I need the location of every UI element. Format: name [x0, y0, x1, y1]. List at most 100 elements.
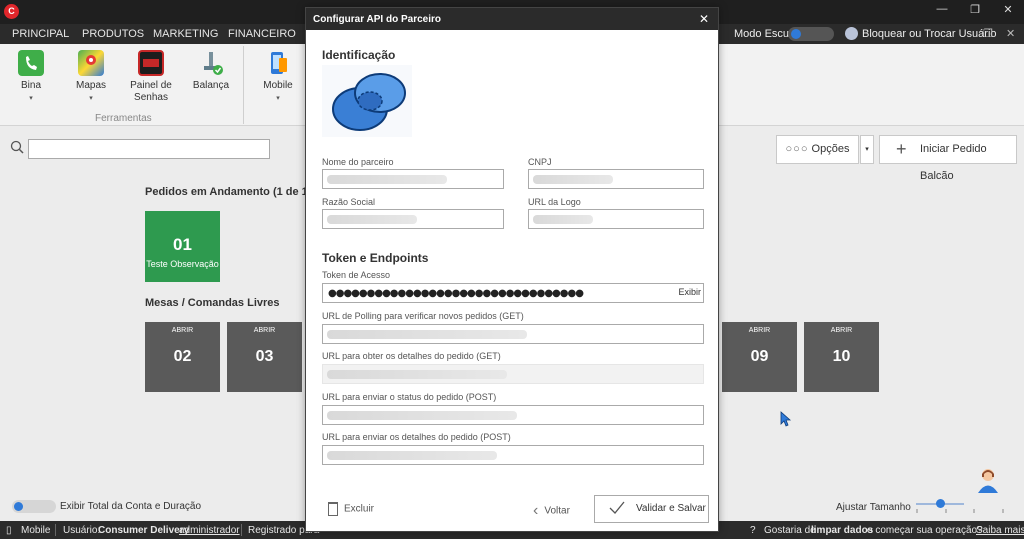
plus-icon: +: [896, 139, 907, 159]
voltar-label: Voltar: [544, 505, 570, 517]
url-detalhes-post-label: URL para enviar os detalhes do pedido (P…: [322, 432, 511, 442]
map-icon: [78, 50, 104, 76]
exibir-token-button[interactable]: Exibir: [678, 287, 701, 297]
exibir-total-toggle[interactable]: [12, 500, 56, 513]
bina-button[interactable]: Bina ▾: [5, 50, 57, 105]
menu-produtos[interactable]: PRODUTOS: [82, 28, 144, 40]
excluir-label: Excluir: [344, 503, 375, 515]
mobile-status[interactable]: Mobile: [21, 525, 50, 536]
url-status-post-input[interactable]: [322, 405, 704, 425]
ribbon-group-label: Ferramentas: [95, 113, 152, 124]
restore-panel-button[interactable]: ❐: [983, 27, 993, 40]
ribbon-separator: [243, 46, 244, 124]
zoom-slider-ticks: [916, 509, 1004, 513]
chevron-down-icon: ▾: [89, 95, 93, 102]
check-icon: [609, 501, 625, 514]
lock-user-button[interactable]: Bloquear ou Trocar Usuário: [862, 28, 997, 40]
maximize-button[interactable]: ❐: [965, 3, 985, 16]
cnpj-input[interactable]: [528, 169, 704, 189]
url-detalhes-post-input[interactable]: [322, 445, 704, 465]
trash-icon: [328, 502, 338, 516]
url-detalhes-get-input[interactable]: [322, 364, 704, 384]
balanca-button[interactable]: Balança: [185, 50, 237, 92]
iniciar-pedido-balcao-button[interactable]: + Iniciar Pedido Balcão: [879, 135, 1017, 182]
chevron-left-icon: ‹: [533, 502, 539, 519]
saiba-mais-link[interactable]: Saiba mais: [976, 525, 1024, 536]
app-logo-icon: C: [4, 4, 19, 19]
razao-social-label: Razão Social: [322, 197, 376, 207]
identificacao-title: Identificação: [322, 48, 396, 62]
mobile-button[interactable]: Mobile ▾: [252, 50, 304, 105]
token-value: ●●●●●●●●●●●●●●●●●●●●●●●●●●●●●●●●●: [328, 288, 584, 299]
table-number: 03: [255, 348, 274, 365]
toggle-knob: [791, 29, 801, 39]
table-card[interactable]: ABRIR 09: [722, 322, 797, 392]
order-card[interactable]: 01 Teste Observação: [145, 211, 220, 282]
url-detalhes-get-label: URL para obter os detalhes do pedido (GE…: [322, 351, 501, 361]
mobile-label: Mobile: [263, 80, 293, 91]
validar-salvar-label: Validar e Salvar: [636, 503, 706, 514]
zoom-slider-handle[interactable]: [936, 499, 945, 508]
dialog-close-button[interactable]: ✕: [699, 12, 709, 26]
menu-marketing[interactable]: MARKETING: [153, 28, 218, 40]
opcoes-dropdown[interactable]: ▾: [860, 135, 874, 164]
table-card[interactable]: ABRIR 10: [804, 322, 879, 392]
ticket-display-icon: [138, 50, 164, 76]
menu-principal[interactable]: PRINCIPAL: [12, 28, 69, 40]
mesas-title: Mesas / Comandas Livres: [145, 297, 280, 309]
bina-label: Bina: [20, 80, 41, 91]
abrir-label: ABRIR: [830, 327, 853, 334]
user-company: Consumer Delivery: [98, 525, 190, 536]
search-input[interactable]: [28, 139, 270, 159]
scale-icon: [198, 50, 224, 76]
mapas-button[interactable]: Mapas ▾: [65, 50, 117, 105]
order-number: 01: [173, 235, 192, 254]
minimize-button[interactable]: —: [932, 3, 952, 15]
mobile-status-icon: ▯: [6, 525, 12, 536]
question-pre: Gostaria de: [764, 525, 816, 536]
configurar-api-dialog: Configurar API do Parceiro ✕ Identificaç…: [305, 7, 719, 532]
painel-senhas-label: Painel de Senhas: [130, 80, 172, 103]
nome-parceiro-label: Nome do parceiro: [322, 157, 394, 167]
ajustar-tamanho-label: Ajustar Tamanho: [836, 502, 911, 513]
dialog-title: Configurar API do Parceiro: [313, 14, 441, 25]
exibir-total-label: Exibir Total da Conta e Duração: [60, 501, 202, 512]
dark-mode-toggle[interactable]: [788, 27, 834, 41]
razao-social-input[interactable]: [322, 209, 504, 229]
status-separator: [55, 524, 56, 536]
status-separator: [241, 524, 242, 536]
url-polling-label: URL de Polling para verificar novos pedi…: [322, 311, 524, 321]
url-logo-label: URL da Logo: [528, 197, 581, 207]
lock-user-icon[interactable]: [845, 27, 858, 40]
partner-logo-image: [322, 65, 412, 137]
table-card[interactable]: ABRIR 02: [145, 322, 220, 392]
question-bold: limpar dados: [811, 525, 874, 536]
table-card[interactable]: ABRIR 03: [227, 322, 302, 392]
opcoes-button[interactable]: ○○○ Opções: [776, 135, 859, 164]
dialog-header: Configurar API do Parceiro ✕: [306, 8, 718, 30]
question-icon: ?: [750, 525, 756, 536]
voltar-button[interactable]: ‹ Voltar: [533, 502, 570, 520]
token-acesso-input[interactable]: ●●●●●●●●●●●●●●●●●●●●●●●●●●●●●●●●● Exibir: [322, 283, 704, 303]
toggle-knob: [14, 502, 23, 511]
close-window-button[interactable]: ✕: [998, 3, 1018, 16]
user-prefix: Usuário:: [63, 525, 101, 536]
url-polling-input[interactable]: [322, 324, 704, 344]
nome-parceiro-input[interactable]: [322, 169, 504, 189]
menu-financeiro[interactable]: FINANCEIRO: [228, 28, 296, 40]
support-attendant-icon[interactable]: [975, 466, 1001, 494]
table-number: 10: [832, 348, 851, 365]
mobile-icon: [265, 50, 291, 76]
close-panel-button[interactable]: ✕: [1006, 27, 1015, 40]
painel-senhas-button[interactable]: Painel de Senhas: [125, 50, 177, 104]
cnpj-label: CNPJ: [528, 157, 552, 167]
validar-salvar-button[interactable]: Validar e Salvar: [594, 495, 709, 523]
pedidos-andamento-title: Pedidos em Andamento (1 de 1): [145, 186, 312, 198]
dialog-footer: Excluir ‹ Voltar Validar e Salvar: [306, 490, 718, 532]
opcoes-label: Opções: [811, 143, 850, 155]
token-endpoints-title: Token e Endpoints: [322, 251, 429, 265]
user-name-link[interactable]: administrador: [179, 525, 240, 536]
url-logo-input[interactable]: [528, 209, 704, 229]
excluir-button[interactable]: Excluir: [328, 502, 374, 516]
mapas-label: Mapas: [75, 80, 106, 91]
